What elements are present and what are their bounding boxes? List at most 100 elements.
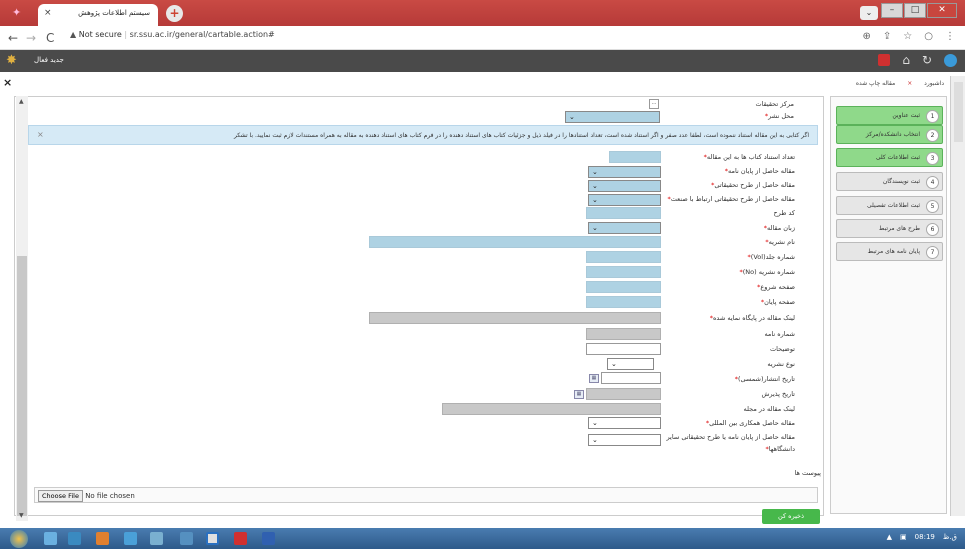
tray-network-icon[interactable]: ▣ [900,533,907,541]
clock-time[interactable]: 08:19 [915,533,935,541]
start-button[interactable] [10,530,28,548]
publish-date-input[interactable] [601,372,661,384]
side-vertical-tab-handle[interactable] [954,82,963,142]
step-1[interactable]: 1 ثبت عناوین [836,106,943,125]
chevron-down-icon: ⌄ [592,196,598,204]
book-citations-input[interactable] [609,151,661,163]
browser-tab[interactable]: × سیستم اطلاعات پژوهش [38,4,158,26]
start-page-input[interactable] [586,281,661,293]
from-research-label: مقاله حاصل از طرح تحقیقاتی [711,181,795,189]
scroll-up-icon[interactable]: ▲ [19,98,24,105]
chevron-down-icon: ⌄ [592,419,598,427]
step-2[interactable]: 2 انتخاب دانشکده/مرکز [836,125,943,144]
url-field[interactable]: ▲ Not secure | sr.ssu.ac.ir/general/cart… [70,30,275,39]
letter-no-label: شماره نامه [764,330,795,338]
journal-link-label: لینک مقاله در مجله [743,405,795,413]
scroll-thumb[interactable] [17,256,27,516]
step-3[interactable]: 3 ثبت اطلاعات کلی [836,148,943,167]
journal-link-input[interactable] [442,403,661,415]
tab-dashboard[interactable]: داشبورد [924,80,944,87]
close-window-icon[interactable]: ✕ [927,3,957,18]
step-5[interactable]: 5 ثبت اطلاعات تفصیلی [836,196,943,215]
address-bar-icons: ⊕ ⇪ ☆ ○ ⋮ [863,31,955,42]
step-6[interactable]: 6 طرح های مرتبط [836,219,943,238]
steps-panel: 1 ثبت عناوین 2 انتخاب دانشکده/مرکز 3 ثبت اط… [830,96,947,514]
system-tray: ▲ ▣ 08:19 ق.ظ [887,533,957,541]
chevron-down-icon: ⌄ [569,113,575,121]
end-page-label: صفحه پایان [761,298,795,306]
user-icon[interactable] [944,53,957,67]
index-link-input[interactable] [369,312,661,324]
bookmark-star-icon[interactable]: ☆ [903,31,912,42]
share-icon[interactable]: ⇪ [883,31,891,42]
project-code-input[interactable] [586,207,661,219]
volume-input[interactable] [586,251,661,263]
choose-file-button[interactable]: Choose File [38,490,83,502]
language-select[interactable]: ⌄ [588,222,661,234]
step-4[interactable]: 4 ثبت نویسندگان [836,172,943,191]
journal-type-select[interactable]: ⌄ [607,358,654,370]
home-icon[interactable]: ⌂ [902,53,910,67]
calendar-icon[interactable]: ▦ [574,390,584,399]
other-univ-label-1: مقاله حاصل از پایان نامه یا طرح تحقیقاتی… [666,433,795,441]
taskbar-tool-icon[interactable] [180,532,193,545]
step-7[interactable]: 7 پایان نامه های مرتبط [836,242,943,261]
zoom-icon[interactable]: ⊕ [863,31,871,42]
language-label: زبان مقاله [764,224,795,232]
index-link-label: لینک مقاله در پایگاه نمایه شده [710,314,795,322]
end-page-input[interactable] [586,296,661,308]
tray-arrow-icon[interactable]: ▲ [887,533,892,541]
clock-ampm: ق.ظ [942,533,957,541]
tab-close-icon[interactable]: × [907,80,912,87]
save-button[interactable]: ذخیره کن [762,509,820,524]
new-tab-button[interactable]: + [166,5,183,22]
browser-logo-icon: ✦ [12,6,22,19]
taskbar-word-icon[interactable] [262,532,275,545]
from-industry-label: مقاله حاصل از طرح تحقیقاتی ارتباط با صنع… [667,195,795,203]
reload-icon[interactable]: C [46,31,54,45]
taskbar-media-icon[interactable] [96,532,109,545]
info-close-icon[interactable]: × [37,130,44,139]
other-univ-select[interactable]: ⌄ [588,434,661,446]
tab-close-icon[interactable]: × [44,8,52,18]
from-research-select[interactable]: ⌄ [588,180,661,192]
calendar-icon[interactable]: ▦ [589,374,599,383]
messages-icon[interactable] [878,54,891,66]
taskbar-pdf-icon[interactable] [234,532,247,545]
app-logo-icon: ✸ [6,53,17,68]
tab-article[interactable]: مقاله چاپ شده [856,80,895,87]
international-label: مقاله حاصل همکاری بین المللی [706,419,795,427]
scroll-down-icon[interactable]: ▼ [19,512,24,519]
publish-place-label: محل نشر [765,112,794,120]
side-vertical-tab[interactable] [950,76,965,516]
close-panel-button[interactable]: × [3,76,12,89]
tab-search-icon[interactable]: ⌄ [860,6,878,20]
maximize-icon[interactable]: □ [904,3,926,18]
journal-name-input[interactable] [369,236,661,248]
profile-icon[interactable]: ○ [924,31,933,42]
publish-place-select[interactable]: ⌄ [565,111,660,123]
description-input[interactable] [586,343,661,355]
taskbar-settings-icon[interactable] [150,532,163,545]
from-thesis-select[interactable]: ⌄ [588,166,661,178]
letter-no-input[interactable] [586,328,661,340]
taskbar-network-icon[interactable] [124,532,137,545]
chevron-down-icon: ⌄ [592,436,598,444]
minimize-icon[interactable]: – [881,3,903,18]
forward-icon[interactable]: → [26,31,36,45]
issue-input[interactable] [586,266,661,278]
back-icon[interactable]: ← [8,31,18,45]
from-industry-select[interactable]: ⌄ [588,194,661,206]
research-center-picker[interactable]: … [649,99,659,109]
form-scrollbar[interactable]: ▲ ▼ [16,96,28,521]
chevron-down-icon: ⌄ [592,224,598,232]
accept-date-input[interactable] [586,388,661,400]
app-header-label[interactable]: جدید فعال [34,56,64,64]
taskbar-explorer-icon[interactable] [44,532,57,545]
refresh-icon[interactable]: ↻ [922,53,932,67]
taskbar-app-icon[interactable] [68,532,81,545]
international-select[interactable]: ⌄ [588,417,661,429]
taskbar: ▲ ▣ 08:19 ق.ظ [0,528,965,549]
taskbar-chrome-icon[interactable] [206,532,219,545]
menu-icon[interactable]: ⋮ [945,31,955,42]
